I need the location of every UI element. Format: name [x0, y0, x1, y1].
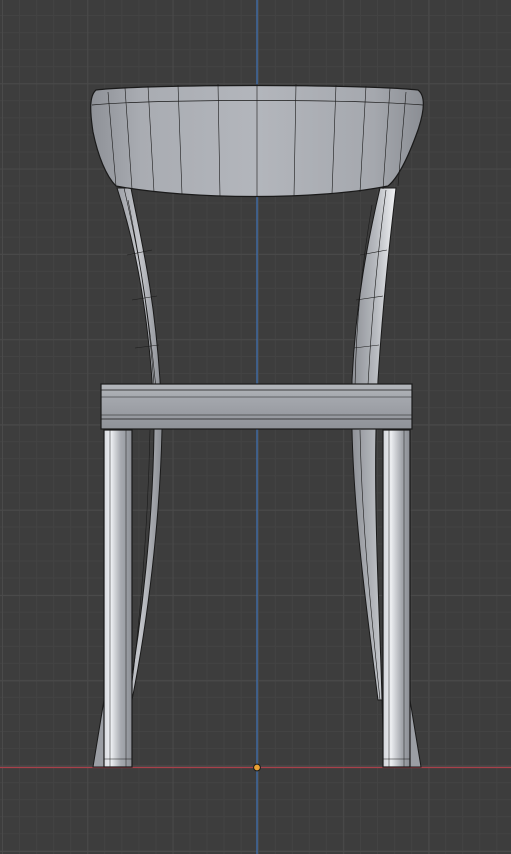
object-origin-point[interactable] — [253, 763, 261, 772]
front-leg-right[interactable] — [382, 429, 411, 768]
viewport-canvas[interactable] — [0, 0, 511, 854]
seat[interactable] — [100, 383, 413, 430]
3d-viewport[interactable] — [0, 0, 511, 854]
front-leg-left[interactable] — [103, 429, 133, 768]
backrest[interactable] — [90, 83, 424, 198]
